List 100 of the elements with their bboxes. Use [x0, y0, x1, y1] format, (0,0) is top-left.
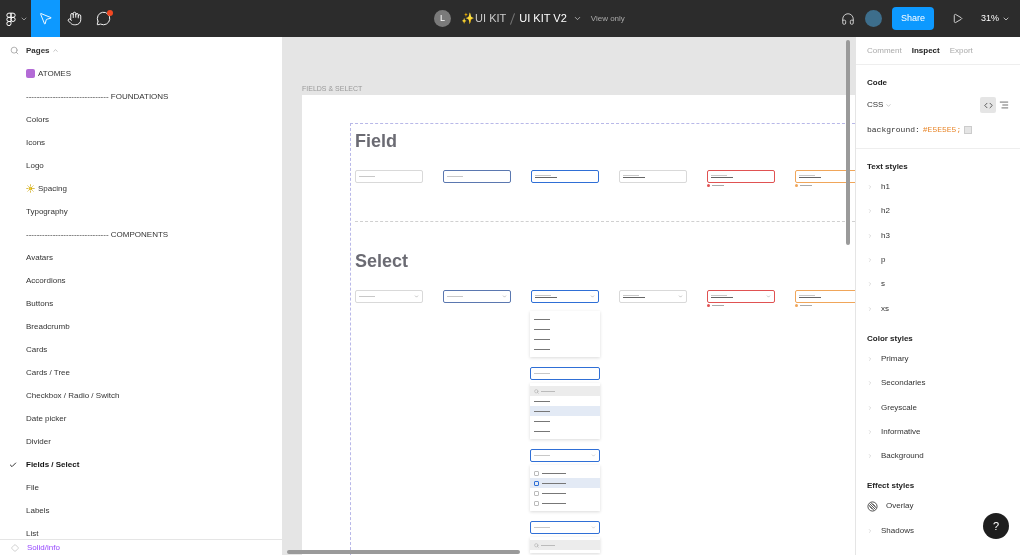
list-view-icon[interactable]: [999, 100, 1009, 110]
panel-tab[interactable]: Inspect: [911, 45, 940, 57]
page-item[interactable]: Date picker: [0, 407, 282, 430]
style-item[interactable]: Greyscale: [867, 395, 917, 420]
page-item[interactable]: Buttons: [0, 292, 282, 315]
page-item[interactable]: List: [0, 522, 282, 539]
page-item[interactable]: Logo: [0, 154, 282, 177]
page-item[interactable]: Checkbox / Radio / Switch: [0, 384, 282, 407]
menu-item[interactable]: [530, 478, 600, 488]
page-item[interactable]: Cards / Tree: [0, 361, 282, 384]
select-field[interactable]: [530, 367, 600, 380]
select-field[interactable]: [531, 290, 599, 303]
page-label: Fields / Select: [26, 458, 80, 471]
style-item[interactable]: Secondaries: [867, 371, 926, 396]
input-field[interactable]: [531, 170, 599, 183]
select-field[interactable]: [530, 521, 600, 534]
select-field[interactable]: [795, 290, 855, 303]
color-swatch: [964, 126, 973, 134]
helper-icon: [707, 184, 710, 187]
page-item[interactable]: ------------------------------- COMPONENTS: [0, 223, 282, 246]
page-label: Labels: [26, 504, 50, 517]
menu-item[interactable]: [530, 396, 600, 406]
select-field[interactable]: [530, 449, 600, 462]
search-icon: [534, 542, 539, 548]
style-item[interactable]: s: [867, 272, 885, 297]
pages-title[interactable]: Pages: [26, 44, 50, 57]
style-item[interactable]: p: [867, 247, 886, 273]
section-title: Code: [867, 77, 888, 89]
checkbox[interactable]: [534, 470, 539, 476]
check-icon: [9, 460, 17, 469]
zoom-menu[interactable]: 31%: [981, 11, 1010, 26]
menu-item[interactable]: [530, 314, 600, 324]
style-item[interactable]: h1: [867, 175, 890, 200]
page-item[interactable]: Fields / Select: [0, 453, 282, 476]
chevron-down-icon: [590, 294, 595, 299]
chevron-down-icon: [678, 294, 683, 299]
search-field[interactable]: [530, 386, 600, 396]
vertical-scrollbar[interactable]: [846, 40, 850, 245]
menu-item[interactable]: [530, 488, 600, 498]
pointer-icon: [38, 11, 53, 26]
search-icon: [534, 388, 539, 394]
project-name[interactable]: ✨UI KIT: [461, 10, 507, 27]
style-item[interactable]: Informative: [867, 419, 921, 444]
hand-icon: [67, 11, 82, 26]
input-field[interactable]: [795, 170, 855, 183]
play-icon[interactable]: [952, 13, 963, 24]
style-item[interactable]: Primary: [867, 346, 909, 372]
headphones-icon[interactable]: [840, 11, 855, 26]
menu-item[interactable]: [530, 468, 600, 478]
style-item[interactable]: h2: [867, 199, 890, 224]
horizontal-scrollbar[interactable]: [287, 550, 520, 554]
chevron-down-icon: [502, 294, 507, 299]
user-avatar[interactable]: [864, 10, 882, 27]
help-button[interactable]: ?: [983, 513, 1009, 539]
page-item[interactable]: Spacing: [0, 177, 282, 200]
input-field[interactable]: [443, 170, 511, 183]
page-label: Date picker: [26, 412, 67, 425]
page-label: Cards: [26, 343, 48, 356]
diamond-icon: [11, 543, 19, 552]
style-item[interactable]: h3: [867, 223, 890, 248]
style-item[interactable]: Background: [867, 443, 924, 469]
chevron-down-icon: [766, 294, 771, 299]
menu-item[interactable]: [530, 498, 600, 508]
page-item[interactable]: Colors: [0, 108, 282, 131]
menu-item[interactable]: [530, 426, 600, 436]
input-field[interactable]: [707, 170, 775, 183]
select-field[interactable]: [443, 290, 511, 303]
user-avatar[interactable]: L: [434, 10, 452, 27]
code-view-button[interactable]: [980, 97, 996, 113]
chevron-down-icon[interactable]: [572, 14, 582, 23]
select-field[interactable]: [707, 290, 775, 303]
badge-icon: [26, 69, 35, 78]
chevron-down-icon: [591, 525, 596, 530]
language-select[interactable]: CSS: [867, 99, 884, 111]
page-item[interactable]: File: [0, 476, 282, 499]
page-item[interactable]: Labels: [0, 499, 282, 522]
helper-icon: [707, 304, 710, 307]
checkbox[interactable]: [534, 490, 539, 496]
checkbox[interactable]: [534, 480, 539, 486]
page-item[interactable]: Typography: [0, 200, 282, 223]
page-item[interactable]: Icons: [0, 131, 282, 154]
file-name[interactable]: UI KIT V2: [519, 10, 567, 27]
page-item[interactable]: ------------------------------- FOUNDATIONS: [0, 85, 282, 108]
style-item[interactable]: Overlay: [867, 494, 914, 519]
page-item[interactable]: Breadcrumb: [0, 315, 282, 338]
style-item[interactable]: Shadows: [867, 518, 914, 543]
menu-item[interactable]: [530, 416, 600, 426]
selection-label[interactable]: Solid/info: [27, 541, 60, 554]
page-item[interactable]: Divider: [0, 430, 282, 453]
page-item[interactable]: Avatars: [0, 246, 282, 269]
menu-item[interactable]: [530, 406, 600, 416]
style-item[interactable]: xs: [867, 296, 889, 321]
checkbox[interactable]: [534, 500, 539, 506]
page-label: Avatars: [26, 251, 53, 264]
page-item[interactable]: Accordions: [0, 269, 282, 292]
page-label: ATOMES: [38, 67, 72, 80]
page-item[interactable]: ATOMES: [0, 62, 282, 85]
menu-item[interactable]: [530, 344, 600, 354]
section-title: Color styles: [867, 332, 914, 345]
page-item[interactable]: Cards: [0, 338, 282, 361]
